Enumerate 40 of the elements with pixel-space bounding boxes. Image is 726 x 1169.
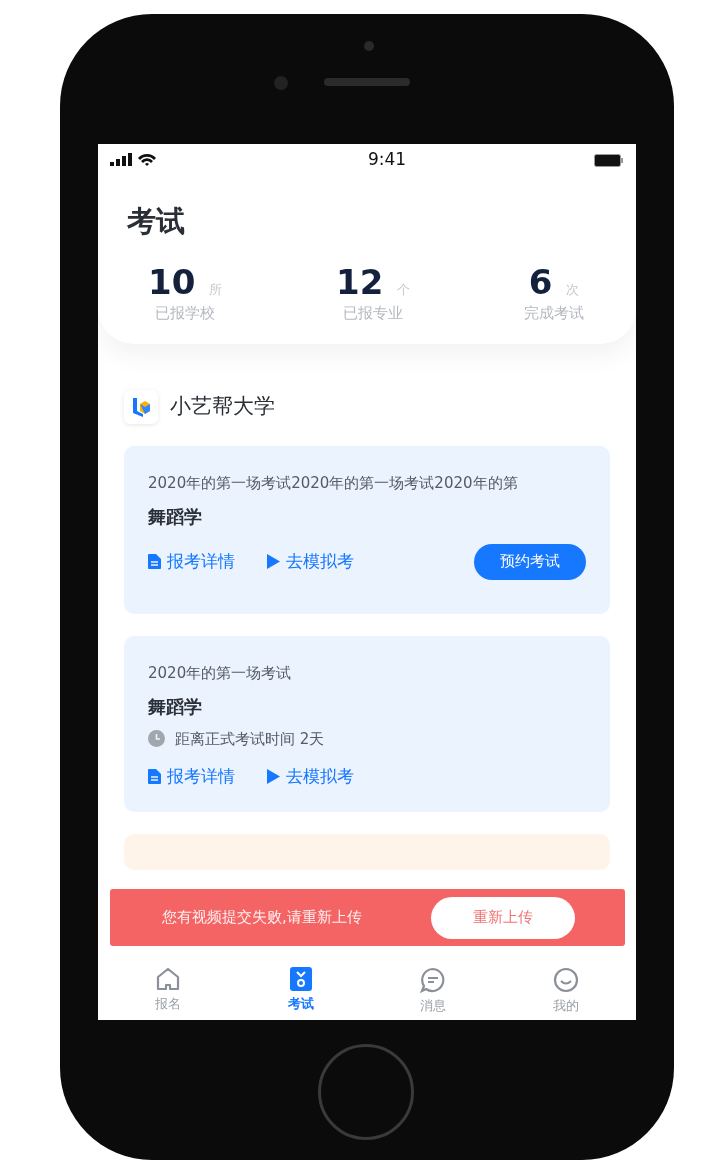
status-time: 9:41	[367, 148, 407, 172]
play-icon	[267, 554, 280, 569]
exam-link[interactable]: 去模拟考	[267, 548, 354, 575]
banner-message: 您有视频提交失败,请重新上传	[162, 907, 362, 929]
home-icon	[155, 966, 181, 992]
exam-subject: 舞蹈学	[148, 694, 203, 719]
clock-icon	[148, 730, 165, 748]
stat-unit: 次	[566, 281, 580, 299]
stat-unit: 个	[397, 281, 411, 299]
exam-subject: 舞蹈学	[148, 504, 203, 529]
exam-icon	[288, 966, 313, 992]
school-logo	[124, 390, 158, 424]
stat-unit: 所	[209, 281, 223, 299]
reupload-button[interactable]: 重新上传	[431, 896, 575, 939]
tab-item[interactable]: 我的	[525, 966, 606, 1020]
stat-value: 6	[528, 263, 553, 300]
tab-item[interactable]: 考试	[260, 966, 341, 1020]
document-icon	[148, 769, 161, 785]
stat-label: 已报专业	[343, 302, 404, 324]
exam-title: 2020年的第一场考试	[148, 663, 293, 684]
school-name: 小艺帮大学	[170, 393, 275, 421]
play-icon	[267, 769, 280, 785]
exam-card[interactable]: 2020年的第一场考试2020年的第一场考试2020年的第 舞蹈学 报考详情 去模拟考 预约考试	[124, 446, 610, 614]
smiley-icon	[551, 966, 580, 994]
stat-label: 已报学校	[155, 302, 216, 324]
tab-item[interactable]: 报名	[128, 966, 208, 1020]
book-exam-button[interactable]: 预约考试	[474, 543, 586, 580]
exam-link[interactable]: 报考详情	[148, 764, 235, 790]
stat-value: 12	[336, 263, 384, 300]
stat-label: 完成考试	[524, 302, 584, 324]
exam-link[interactable]: 去模拟考	[267, 764, 354, 790]
exam-title: 2020年的第一场考试2020年的第一场考试2020年的第	[148, 473, 519, 494]
countdown-text: 距离正式考试时间 2天	[175, 728, 325, 750]
tab-item[interactable]: 消息	[393, 966, 474, 1020]
battery-icon	[594, 153, 624, 167]
exam-card[interactable]: 2020年的第一场考试 舞蹈学 距离正式考试时间 2天 报考详情 去模拟考	[124, 636, 610, 812]
stat-value: 10	[148, 263, 196, 300]
document-icon	[148, 554, 161, 569]
exam-link[interactable]: 报考详情	[148, 548, 235, 575]
page-title: 考试	[126, 203, 186, 240]
